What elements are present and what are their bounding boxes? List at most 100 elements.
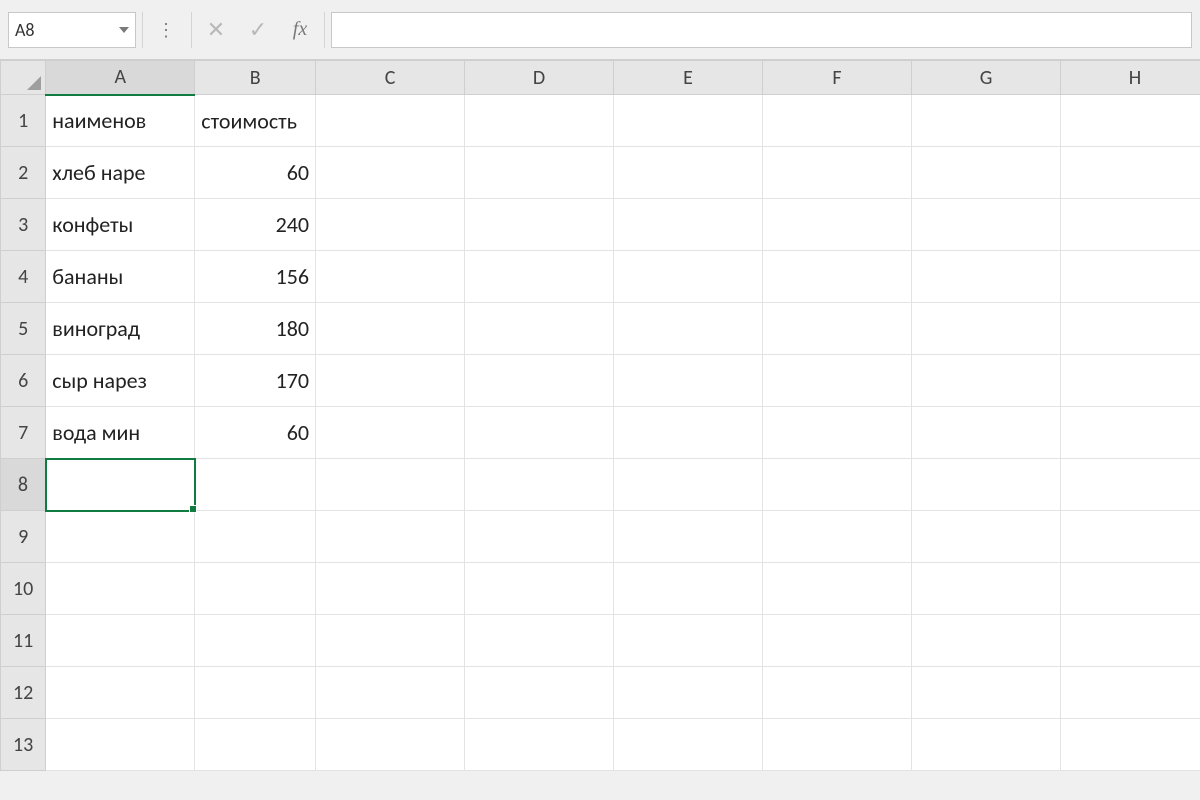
cell-F5[interactable] — [763, 303, 912, 355]
cell-C5[interactable] — [316, 303, 465, 355]
cell-D12[interactable] — [465, 667, 614, 719]
cell-A7[interactable]: вода мин — [46, 407, 195, 459]
cell-A10[interactable] — [46, 563, 195, 615]
row-header[interactable]: 12 — [1, 667, 46, 719]
cell-B7[interactable]: 60 — [195, 407, 316, 459]
cell-H12[interactable] — [1061, 667, 1200, 719]
cell-G11[interactable] — [912, 615, 1061, 667]
cell-H6[interactable] — [1061, 355, 1200, 407]
cell-B12[interactable] — [195, 667, 316, 719]
cell-C1[interactable] — [316, 95, 465, 147]
cell-G7[interactable] — [912, 407, 1061, 459]
cell-C9[interactable] — [316, 511, 465, 563]
cell-A13[interactable] — [46, 719, 195, 771]
cell-C7[interactable] — [316, 407, 465, 459]
cell-B5[interactable]: 180 — [195, 303, 316, 355]
cell-E2[interactable] — [614, 147, 763, 199]
cell-C4[interactable] — [316, 251, 465, 303]
cell-C11[interactable] — [316, 615, 465, 667]
cell-B10[interactable] — [195, 563, 316, 615]
cell-H10[interactable] — [1061, 563, 1200, 615]
cell-D4[interactable] — [465, 251, 614, 303]
row-header[interactable]: 10 — [1, 563, 46, 615]
row-header[interactable]: 4 — [1, 251, 46, 303]
row-header[interactable]: 8 — [1, 459, 46, 511]
cell-A3[interactable]: конфеты — [46, 199, 195, 251]
cell-C13[interactable] — [316, 719, 465, 771]
cell-C10[interactable] — [316, 563, 465, 615]
cell-H1[interactable] — [1061, 95, 1200, 147]
cell-F7[interactable] — [763, 407, 912, 459]
cell-D1[interactable] — [465, 95, 614, 147]
cell-E7[interactable] — [614, 407, 763, 459]
cell-E5[interactable] — [614, 303, 763, 355]
cell-C12[interactable] — [316, 667, 465, 719]
row-header[interactable]: 3 — [1, 199, 46, 251]
cell-D13[interactable] — [465, 719, 614, 771]
cell-H2[interactable] — [1061, 147, 1200, 199]
cell-D10[interactable] — [465, 563, 614, 615]
cell-E11[interactable] — [614, 615, 763, 667]
cell-H5[interactable] — [1061, 303, 1200, 355]
cell-F2[interactable] — [763, 147, 912, 199]
cell-G5[interactable] — [912, 303, 1061, 355]
row-header[interactable]: 5 — [1, 303, 46, 355]
cell-B6[interactable]: 170 — [195, 355, 316, 407]
cell-E13[interactable] — [614, 719, 763, 771]
row-header[interactable]: 11 — [1, 615, 46, 667]
spreadsheet-grid[interactable]: A B C D E F G H 1 наименов стоимость 2 х… — [0, 60, 1200, 771]
cell-H7[interactable] — [1061, 407, 1200, 459]
cell-D11[interactable] — [465, 615, 614, 667]
cell-D2[interactable] — [465, 147, 614, 199]
column-header-A[interactable]: A — [46, 61, 195, 95]
row-header[interactable]: 9 — [1, 511, 46, 563]
cell-H3[interactable] — [1061, 199, 1200, 251]
cell-E10[interactable] — [614, 563, 763, 615]
cell-G9[interactable] — [912, 511, 1061, 563]
cell-B11[interactable] — [195, 615, 316, 667]
cell-A4[interactable]: бананы — [46, 251, 195, 303]
row-header[interactable]: 6 — [1, 355, 46, 407]
cell-A12[interactable] — [46, 667, 195, 719]
row-header[interactable]: 1 — [1, 95, 46, 147]
cell-F13[interactable] — [763, 719, 912, 771]
row-header[interactable]: 2 — [1, 147, 46, 199]
cell-F12[interactable] — [763, 667, 912, 719]
chevron-down-icon[interactable] — [119, 27, 129, 33]
cell-C8[interactable] — [316, 459, 465, 511]
cell-H9[interactable] — [1061, 511, 1200, 563]
cell-D9[interactable] — [465, 511, 614, 563]
cell-C2[interactable] — [316, 147, 465, 199]
row-header[interactable]: 13 — [1, 719, 46, 771]
formula-input[interactable] — [331, 12, 1192, 48]
cell-B4[interactable]: 156 — [195, 251, 316, 303]
cell-C3[interactable] — [316, 199, 465, 251]
cell-A11[interactable] — [46, 615, 195, 667]
column-header-E[interactable]: E — [614, 61, 763, 95]
cell-F6[interactable] — [763, 355, 912, 407]
column-header-D[interactable]: D — [465, 61, 614, 95]
cell-D7[interactable] — [465, 407, 614, 459]
cell-A2[interactable]: хлеб наре — [46, 147, 195, 199]
column-header-F[interactable]: F — [763, 61, 912, 95]
cell-B2[interactable]: 60 — [195, 147, 316, 199]
select-all-corner[interactable] — [1, 61, 46, 95]
row-header[interactable]: 7 — [1, 407, 46, 459]
cell-E8[interactable] — [614, 459, 763, 511]
cell-G3[interactable] — [912, 199, 1061, 251]
cell-E12[interactable] — [614, 667, 763, 719]
cell-H13[interactable] — [1061, 719, 1200, 771]
cell-B9[interactable] — [195, 511, 316, 563]
column-header-C[interactable]: C — [316, 61, 465, 95]
cell-B3[interactable]: 240 — [195, 199, 316, 251]
cell-H11[interactable] — [1061, 615, 1200, 667]
cell-A5[interactable]: виноград — [46, 303, 195, 355]
cell-F3[interactable] — [763, 199, 912, 251]
cell-G4[interactable] — [912, 251, 1061, 303]
cell-F10[interactable] — [763, 563, 912, 615]
cell-D8[interactable] — [465, 459, 614, 511]
cell-E9[interactable] — [614, 511, 763, 563]
name-box[interactable]: A8 — [8, 12, 136, 48]
cell-F4[interactable] — [763, 251, 912, 303]
cell-G10[interactable] — [912, 563, 1061, 615]
